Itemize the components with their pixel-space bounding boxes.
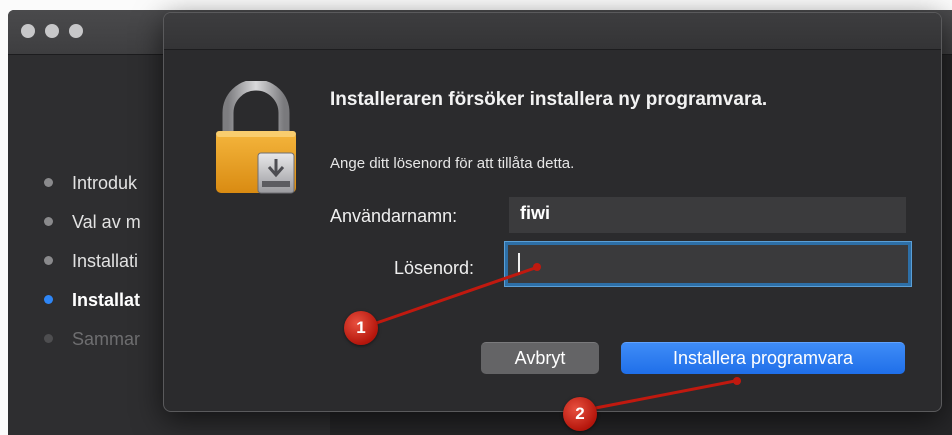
close-window-button[interactable] xyxy=(21,24,35,38)
step-bullet xyxy=(44,216,53,226)
minimize-window-button[interactable] xyxy=(45,24,59,38)
password-field[interactable] xyxy=(505,242,911,286)
dialog-subtitle: Ange ditt lösenord för att tillåta detta… xyxy=(330,155,575,172)
sidebar-item-label: Val av m xyxy=(72,212,141,232)
step-bullet xyxy=(44,333,53,343)
annotation-marker-1: 1 xyxy=(344,311,378,345)
sidebar-item-installation: Installat xyxy=(44,290,140,311)
annotation-marker-2: 2 xyxy=(563,397,597,431)
username-label: Användarnamn: xyxy=(330,206,458,226)
authentication-dialog: Installeraren försöker installera ny pro… xyxy=(163,12,942,412)
username-field[interactable]: fiwi xyxy=(509,197,906,233)
text-caret xyxy=(518,253,520,275)
active-step-bullet xyxy=(44,294,53,304)
zoom-window-button[interactable] xyxy=(69,24,83,38)
cancel-button[interactable]: Avbryt xyxy=(481,342,599,374)
sidebar-item-installation-type: Installati xyxy=(44,251,138,272)
sidebar-item-label: Installat xyxy=(72,290,141,310)
padlock-with-installer-icon xyxy=(216,81,296,194)
password-label: Lösenord: xyxy=(394,258,475,278)
sidebar-item-label: Sammar xyxy=(72,329,141,349)
sidebar-item-destination: Val av m xyxy=(44,212,141,233)
sidebar-item-introduction: Introduk xyxy=(44,173,137,194)
sidebar-item-label: Installati xyxy=(72,251,139,271)
step-bullet xyxy=(44,177,53,187)
sidebar-item-summary: Sammar xyxy=(44,329,140,350)
step-bullet xyxy=(44,255,53,265)
install-software-button[interactable]: Installera programvara xyxy=(621,342,905,374)
dialog-title: Installeraren försöker installera ny pro… xyxy=(330,89,768,110)
sidebar-item-label: Introduk xyxy=(72,173,138,193)
dialog-titlebar xyxy=(164,13,941,50)
